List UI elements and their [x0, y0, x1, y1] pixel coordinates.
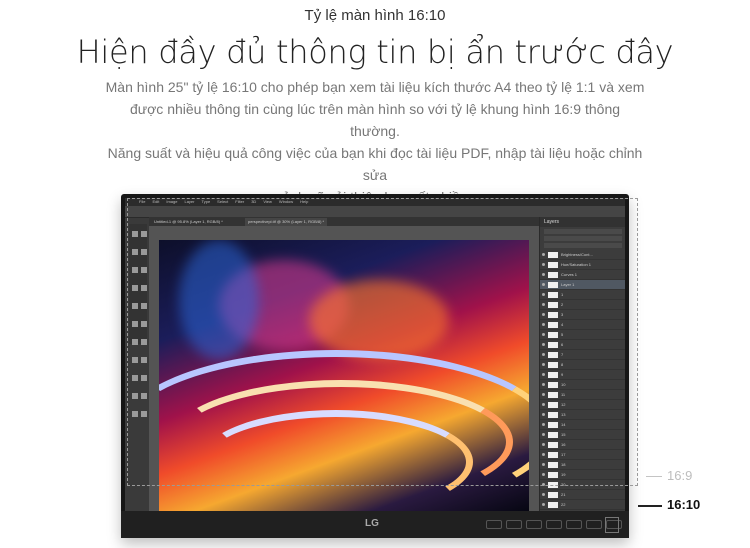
- aspect-16-10-label: 16:10: [667, 497, 701, 512]
- description-text: Màn hình 25" tỷ lệ 16:10 cho phép bạn xe…: [105, 76, 645, 208]
- energy-badge-icon: [605, 517, 619, 533]
- eye-icon: [542, 503, 545, 506]
- monitor-bezel: LG: [121, 511, 629, 538]
- layer-name: 21: [561, 492, 566, 497]
- description-line: được nhiều thông tin cùng lúc trên màn h…: [129, 101, 621, 139]
- monitor-button: [546, 520, 562, 529]
- monitor-buttons: [486, 520, 622, 529]
- eye-icon: [542, 493, 545, 496]
- page-headline: Hiện đầy đủ thông tin bị ẩn trước đây: [76, 33, 674, 71]
- layer-thumbnail: [548, 501, 558, 508]
- aspect-16-9-label: 16:9: [667, 468, 693, 483]
- layer-row: 21: [540, 490, 625, 500]
- monitor-button: [526, 520, 542, 529]
- monitor-button: [506, 520, 522, 529]
- aspect-16-10-pointer: [638, 505, 662, 507]
- lg-logo: LG: [365, 518, 379, 529]
- section-eyebrow: Tỷ lệ màn hình 16:10: [304, 7, 446, 24]
- monitor-button: [486, 520, 502, 529]
- layer-row: 22: [540, 500, 625, 510]
- description-line: Màn hình 25" tỷ lệ 16:10 cho phép bạn xe…: [105, 79, 645, 95]
- aspect-16-9-outline: [127, 198, 638, 486]
- aspect-16-9-pointer: [646, 476, 662, 477]
- layer-name: 22: [561, 502, 566, 507]
- monitor-button: [566, 520, 582, 529]
- monitor-button: [586, 520, 602, 529]
- description-line: Năng suất và hiệu quả công việc của bạn …: [107, 145, 643, 183]
- layer-thumbnail: [548, 491, 558, 498]
